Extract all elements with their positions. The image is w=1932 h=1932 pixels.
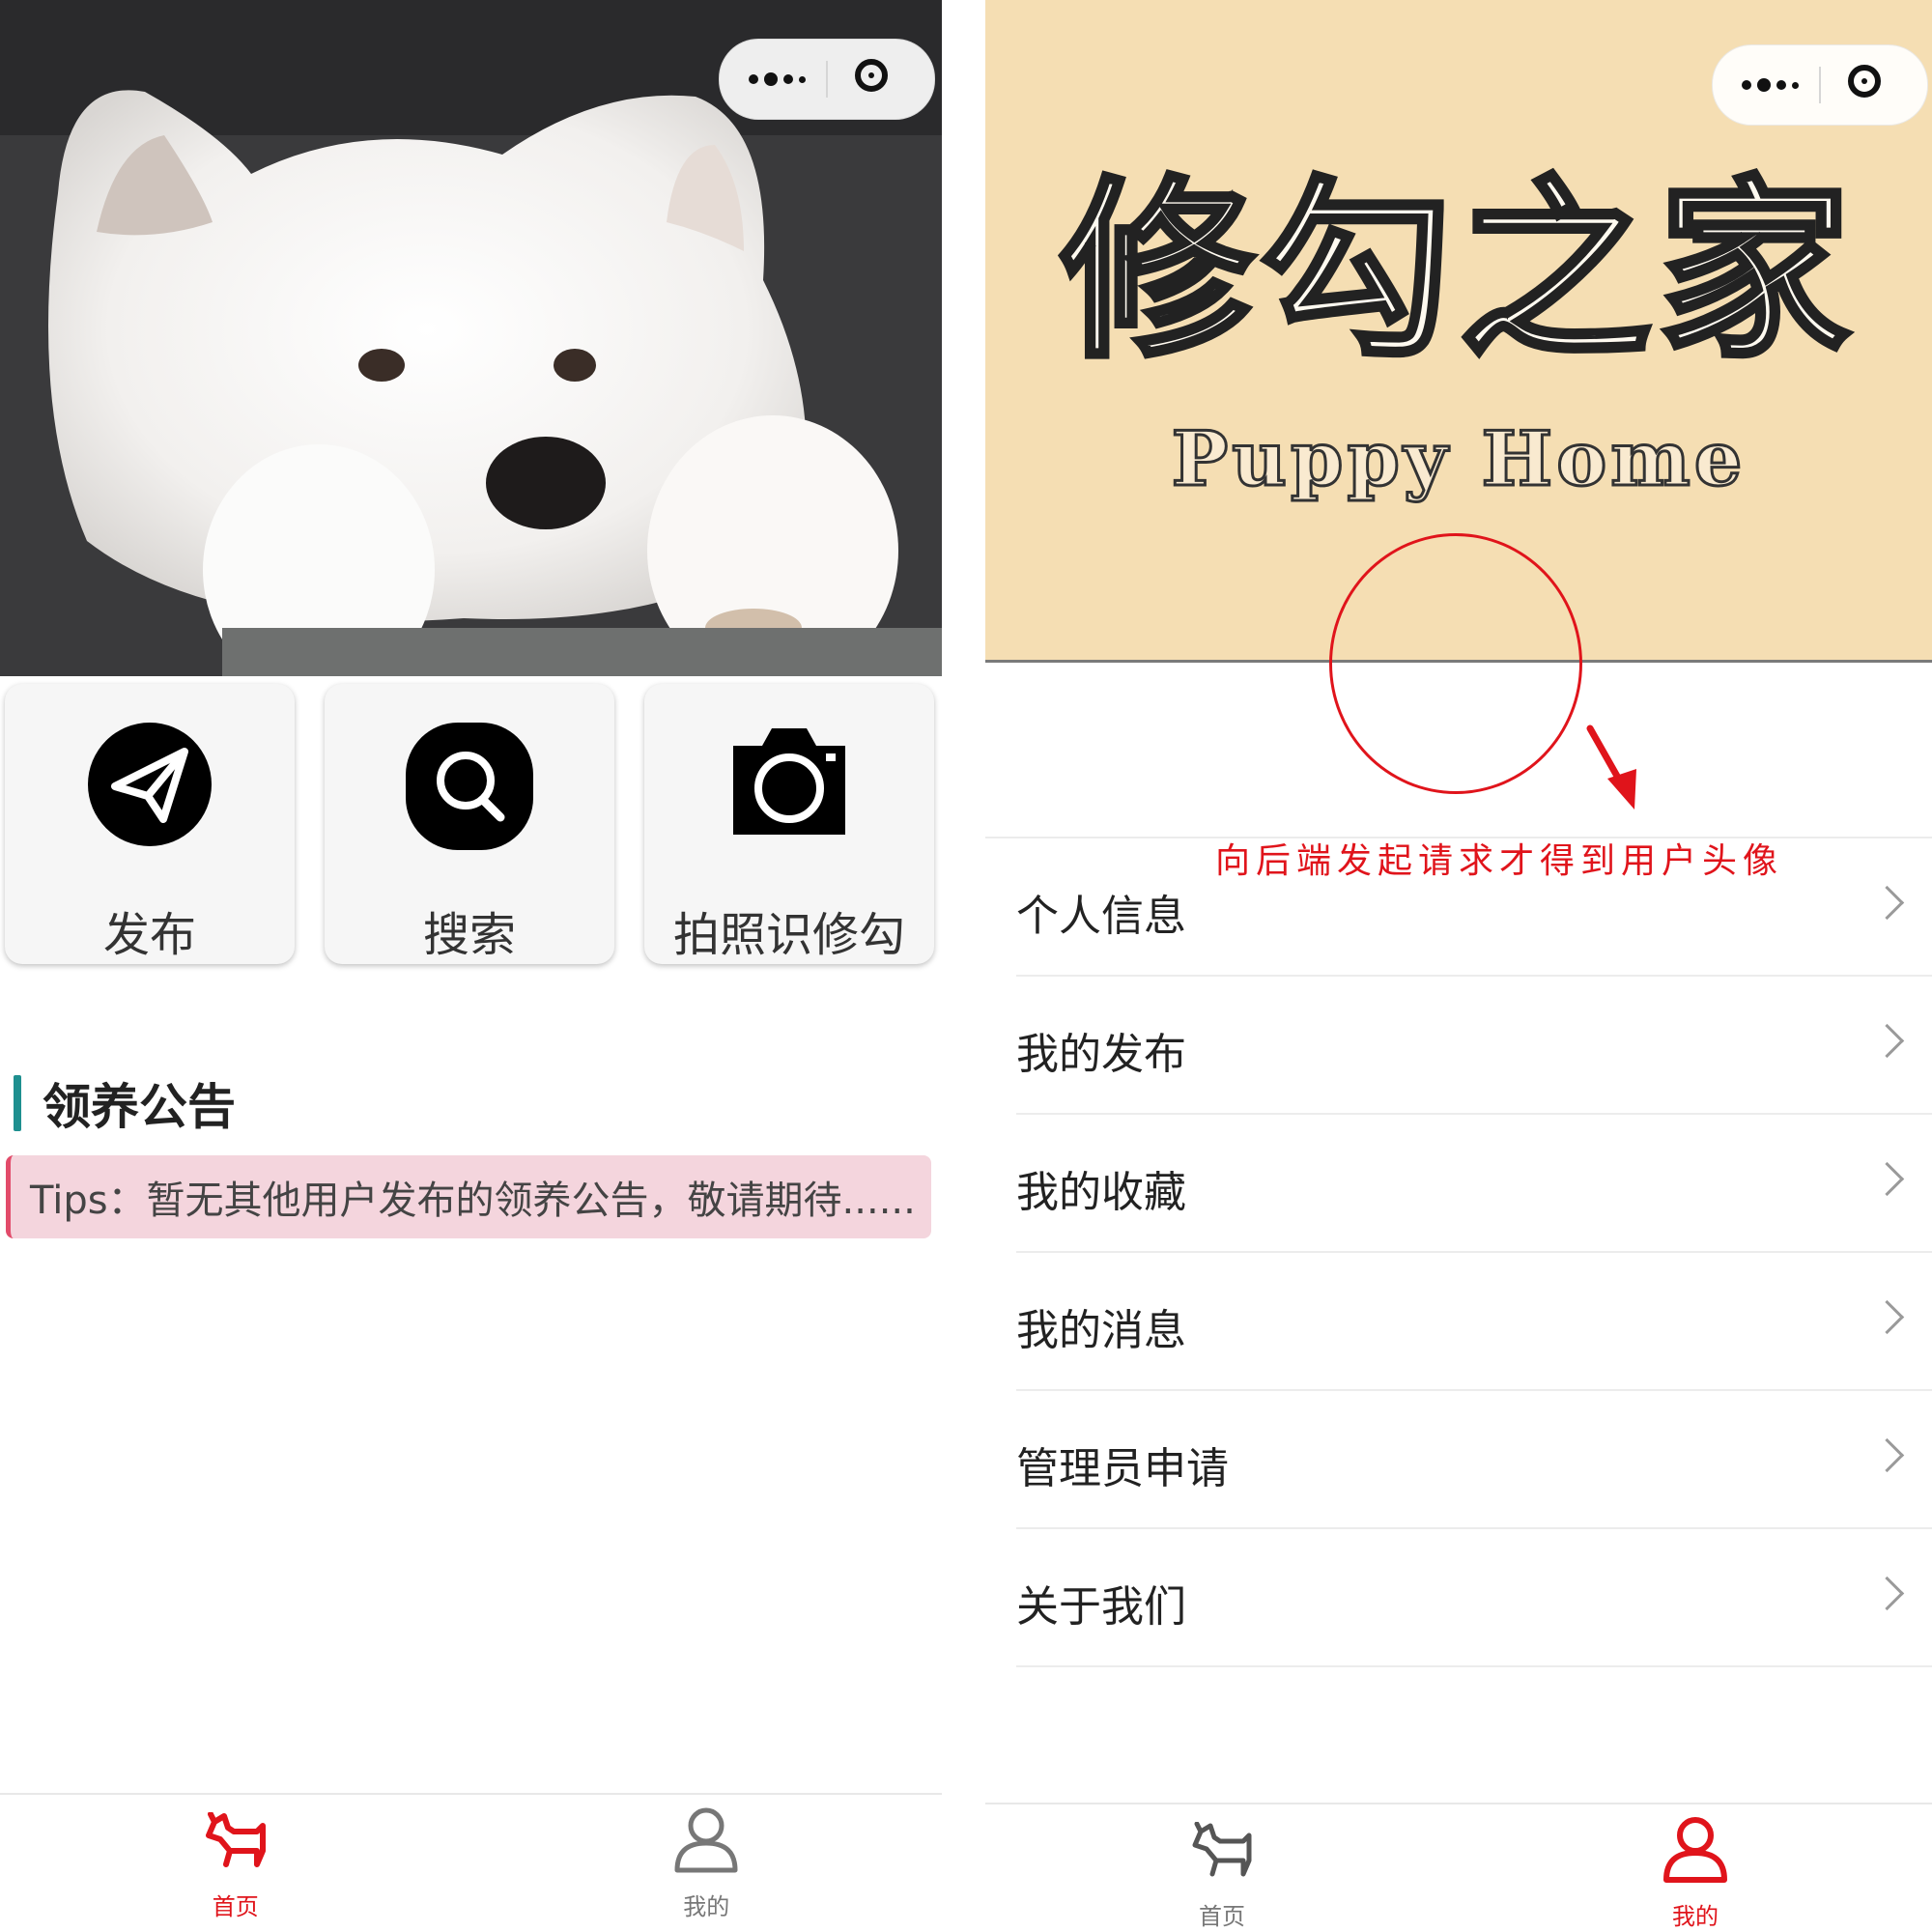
photo-identify-button[interactable]: 拍照识修勾 — [644, 684, 934, 964]
bottom-tab-bar: 首页 我的 — [0, 1793, 942, 1932]
menu-item-my-favorites[interactable]: 我的收藏 — [1016, 1115, 1932, 1253]
capsule-divider — [1819, 67, 1821, 103]
menu-item-label: 关于我们 — [1016, 1582, 1186, 1632]
publish-label: 发布 — [102, 908, 196, 962]
tab-mine-label: 我的 — [1672, 1903, 1719, 1930]
tab-mine[interactable]: 我的 — [1459, 1804, 1932, 1932]
search-button[interactable]: 搜索 — [325, 684, 614, 964]
menu-item-label: 管理员申请 — [1016, 1444, 1229, 1493]
menu-item-about-us[interactable]: 关于我们 — [1016, 1529, 1932, 1667]
profile-screen: 修勾之家 Puppy Home 个人信息 我的发布 我的收藏 我的消息 管理员申… — [985, 0, 1932, 1932]
chevron-right-icon — [1869, 1437, 1905, 1473]
more-dots-icon[interactable] — [749, 40, 806, 119]
publish-button[interactable]: 发布 — [5, 684, 295, 964]
dog-icon — [205, 1812, 266, 1867]
menu-item-label: 我的发布 — [1016, 1030, 1186, 1079]
chevron-right-icon — [1869, 1023, 1905, 1059]
menu-item-admin-apply[interactable]: 管理员申请 — [1016, 1391, 1932, 1529]
mini-program-capsule-menu[interactable] — [1712, 44, 1928, 126]
menu-item-my-posts[interactable]: 我的发布 — [1016, 977, 1932, 1115]
more-dots-icon[interactable] — [1742, 45, 1799, 125]
chevron-right-icon — [1869, 1576, 1905, 1611]
adoption-notice-title: 领养公告 — [43, 1079, 236, 1135]
annotation-arrow-icon — [1586, 724, 1636, 810]
home-screen: 发布 搜索 拍照识修勾 领养公告 Tips：暂无其他用户发布的领养公告，敬请期待… — [0, 0, 942, 1932]
mini-program-capsule-menu[interactable] — [719, 39, 935, 120]
brand-title: 修勾之家 — [1058, 157, 1857, 387]
tab-home-label: 首页 — [212, 1893, 259, 1920]
menu-item-label: 我的收藏 — [1016, 1168, 1186, 1217]
brand-subtitle: Puppy Home — [1170, 414, 1747, 505]
menu-item-label: 我的消息 — [1016, 1306, 1186, 1355]
menu-item-label: 个人信息 — [1016, 892, 1186, 941]
user-icon — [674, 1807, 738, 1873]
user-icon — [1663, 1817, 1727, 1883]
empty-notice-tips: Tips：暂无其他用户发布的领养公告，敬请期待...... — [6, 1155, 931, 1238]
tab-home-label: 首页 — [1199, 1903, 1245, 1930]
tab-mine[interactable]: 我的 — [471, 1795, 943, 1932]
close-target-icon[interactable] — [855, 59, 888, 92]
capsule-divider — [826, 61, 828, 98]
tab-home[interactable]: 首页 — [0, 1795, 471, 1932]
close-target-icon[interactable] — [1848, 65, 1881, 98]
camera-icon — [733, 728, 845, 835]
user-avatar-placeholder[interactable] — [1329, 533, 1582, 794]
chevron-right-icon — [1869, 1161, 1905, 1197]
tab-mine-label: 我的 — [683, 1893, 730, 1920]
search-label: 搜索 — [422, 908, 516, 962]
heading-accent-bar — [14, 1075, 21, 1131]
paper-plane-icon — [88, 723, 212, 846]
annotation-note: 向后端发起请求才得到用户头像 — [1215, 841, 1784, 881]
photo-identify-label: 拍照识修勾 — [672, 908, 905, 962]
chevron-right-icon — [1869, 1299, 1905, 1335]
bottom-tab-bar: 首页 我的 — [985, 1803, 1932, 1932]
profile-menu-list: 个人信息 我的发布 我的收藏 我的消息 管理员申请 关于我们 — [985, 837, 1932, 1667]
tab-home[interactable]: 首页 — [985, 1804, 1459, 1932]
menu-item-my-messages[interactable]: 我的消息 — [1016, 1253, 1932, 1391]
adoption-notice-heading: 领养公告 — [14, 1074, 236, 1135]
search-icon — [406, 723, 533, 850]
dog-icon — [1192, 1822, 1252, 1877]
chevron-right-icon — [1869, 885, 1905, 921]
